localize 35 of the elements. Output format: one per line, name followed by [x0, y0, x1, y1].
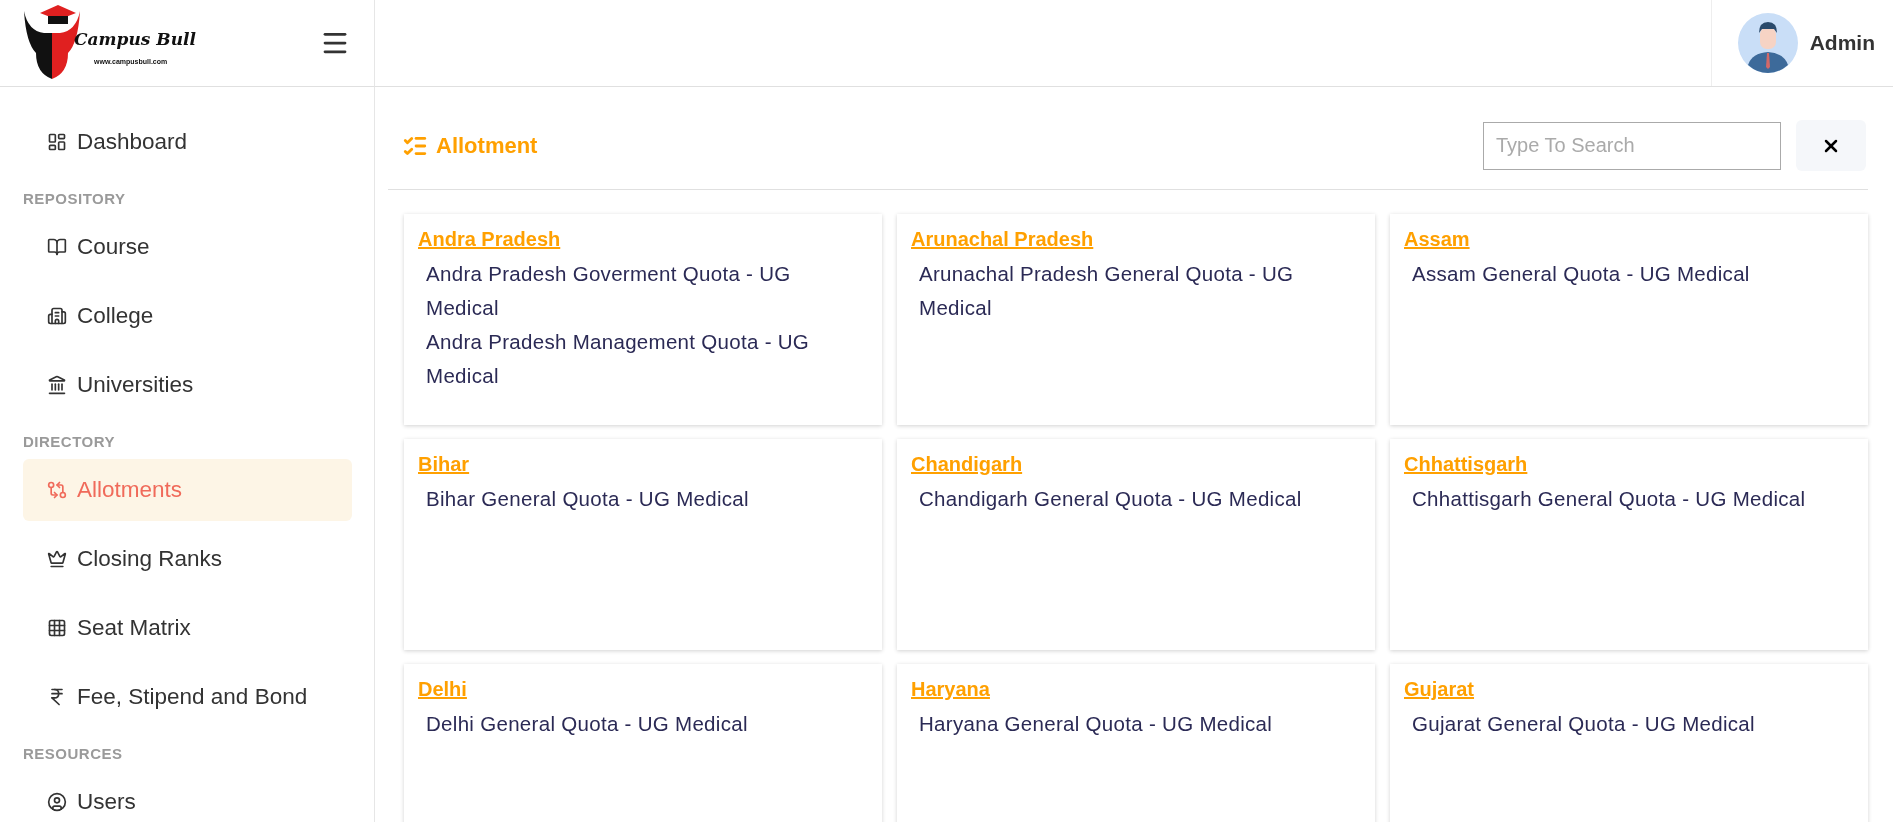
quota-link[interactable]: Chandigarh General Quota - UG Medical: [911, 482, 1302, 516]
section-heading: RESOURCES: [23, 743, 124, 764]
sidebar-item[interactable]: Universities: [23, 354, 352, 416]
quota-link[interactable]: Andra Pradesh Goverment Quota - UG Medical: [418, 257, 841, 325]
section-heading: DIRECTORY: [23, 431, 116, 452]
grid-icon: [47, 618, 67, 638]
page-title: Allotment: [436, 132, 538, 159]
building-icon: [47, 306, 67, 326]
quota-link[interactable]: Arunachal Pradesh General Quota - UG Medical: [911, 257, 1334, 325]
sidebar-item[interactable]: Dashboard: [23, 111, 352, 173]
sidebar-item[interactable]: Closing Ranks: [23, 528, 352, 590]
sidebar-item[interactable]: Course: [23, 216, 352, 278]
search-field[interactable]: Type To Search: [1483, 121, 1781, 170]
quota-link[interactable]: Bihar General Quota - UG Medical: [418, 482, 749, 516]
avatar-icon: [1737, 13, 1798, 73]
quota-link[interactable]: Haryana General Quota - UG Medical: [911, 707, 1273, 741]
book-icon: [47, 237, 67, 257]
quota-link[interactable]: Assam General Quota - UG Medical: [1404, 257, 1750, 291]
dashboard-icon: [47, 132, 67, 152]
user-name: Admin: [1809, 31, 1875, 55]
sidebar-item[interactable]: Seat Matrix: [23, 597, 352, 659]
quota-link[interactable]: Gujarat General Quota - UG Medical: [1404, 707, 1755, 741]
arrows-icon: [47, 480, 67, 500]
bank-icon: [47, 375, 67, 395]
sidebar-item[interactable]: Users: [23, 771, 352, 822]
quota-link[interactable]: Andra Pradesh Management Quota - UG Medical: [418, 325, 841, 393]
quota-link[interactable]: Delhi General Quota - UG Medical: [418, 707, 748, 741]
crown-icon: [47, 549, 67, 569]
sidebar-item[interactable]: Fee, Stipend and Bond: [23, 666, 352, 728]
logo-name: Campus Bull: [74, 29, 196, 49]
section-heading: REPOSITORY: [23, 188, 127, 209]
close-button[interactable]: [1796, 120, 1866, 171]
sidebar-item[interactable]: College: [23, 285, 352, 347]
user-icon: [47, 792, 67, 812]
quota-link[interactable]: Chhattisgarh General Quota - UG Medical: [1404, 482, 1806, 516]
